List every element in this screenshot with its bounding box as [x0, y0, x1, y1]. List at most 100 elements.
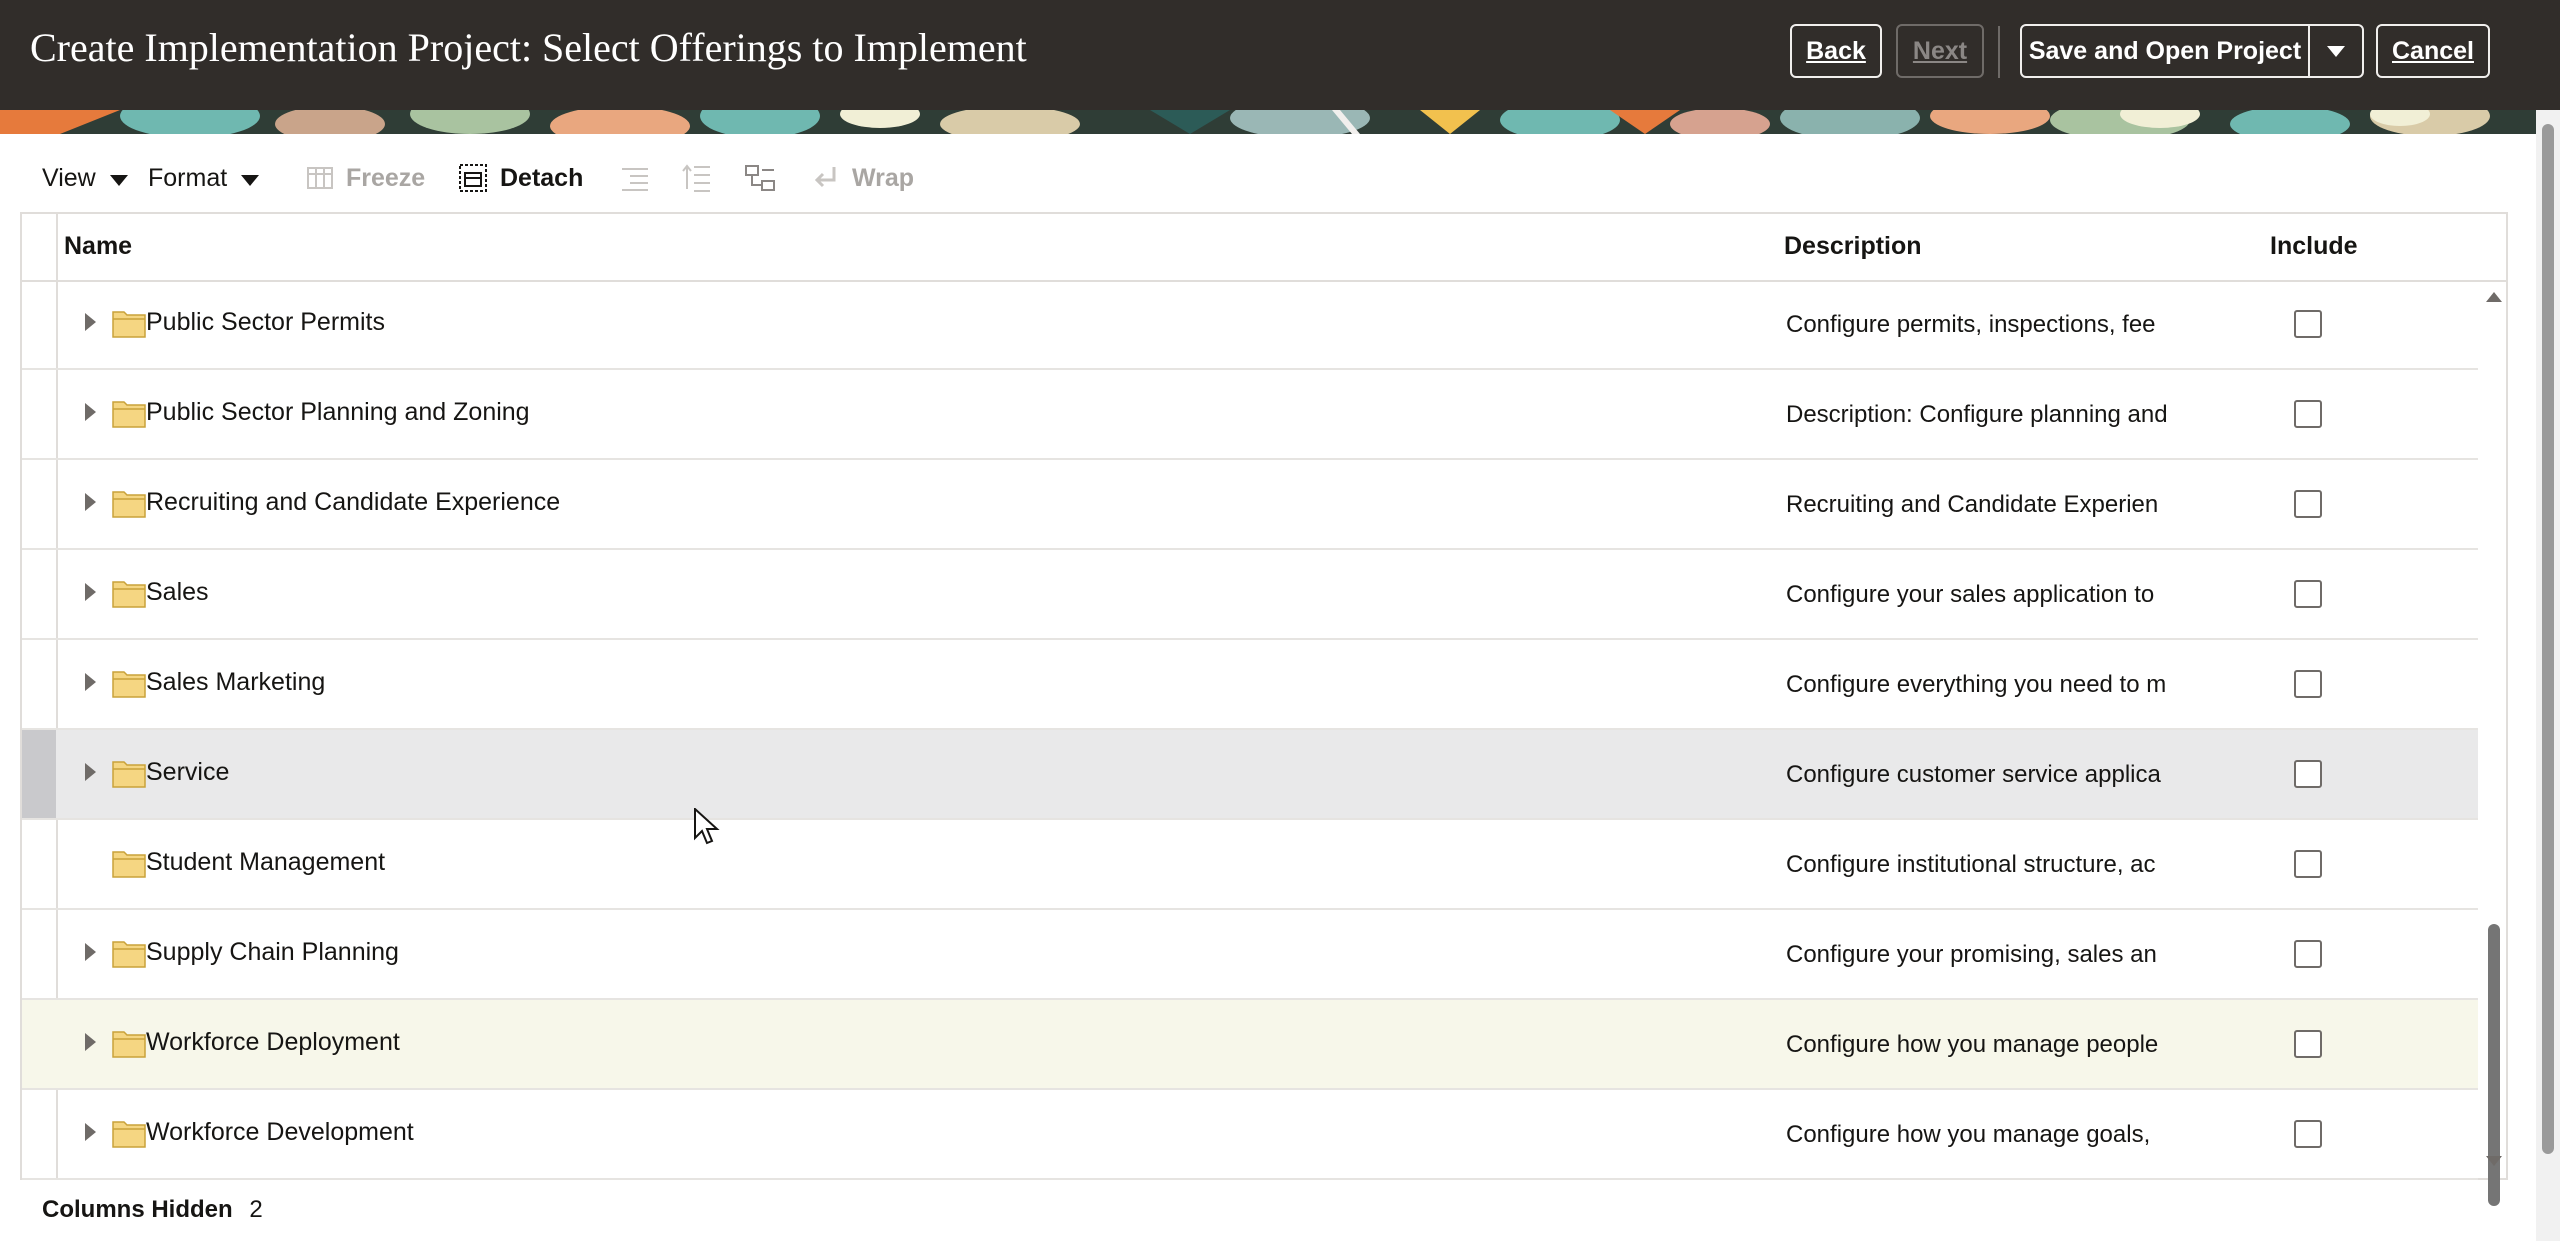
- folder-icon: [112, 1121, 146, 1148]
- offering-description: Configure how you manage goals,: [1786, 1121, 2151, 1148]
- include-checkbox[interactable]: [2294, 940, 2322, 968]
- include-checkbox[interactable]: [2294, 670, 2322, 698]
- row-header-cell[interactable]: [22, 910, 56, 998]
- expand-all-icon: [682, 164, 710, 192]
- format-menu-label: Format: [148, 163, 228, 192]
- page-scrollbar[interactable]: [2536, 110, 2560, 1241]
- offering-description: Configure institutional structure, ac: [1786, 851, 2156, 878]
- columns-hidden-status: Columns Hidden 2: [42, 1196, 263, 1224]
- detach-button[interactable]: Detach: [458, 150, 583, 206]
- freeze-button[interactable]: Freeze: [306, 150, 425, 206]
- offering-name: Public Sector Planning and Zoning: [146, 398, 530, 426]
- scroll-up-icon[interactable]: [2486, 292, 2502, 302]
- chevron-down-icon: [109, 174, 128, 186]
- column-header-name[interactable]: Name: [64, 232, 132, 261]
- next-button-label: Next: [1912, 36, 1968, 65]
- include-checkbox[interactable]: [2294, 760, 2322, 788]
- row-header-cell[interactable]: [22, 1090, 56, 1178]
- expand-row-icon[interactable]: [85, 763, 96, 781]
- include-checkbox[interactable]: [2294, 1030, 2322, 1058]
- view-menu[interactable]: View: [42, 150, 128, 206]
- expand-row-icon[interactable]: [85, 1033, 96, 1051]
- cancel-button[interactable]: Cancel: [2376, 24, 2490, 78]
- folder-icon: [112, 851, 146, 878]
- back-button[interactable]: Back: [1790, 24, 1882, 78]
- table-header: Name Description Include: [22, 214, 2506, 282]
- columns-hidden-count: 2: [249, 1196, 263, 1223]
- wrap-label: Wrap: [852, 163, 915, 192]
- include-checkbox[interactable]: [2294, 490, 2322, 518]
- wrap-icon: [814, 167, 836, 188]
- wrap-button[interactable]: Wrap: [812, 150, 914, 206]
- offering-name: Service: [146, 758, 230, 786]
- offering-name: Public Sector Permits: [146, 308, 385, 336]
- row-header-cell[interactable]: [22, 820, 56, 908]
- page-title: Create Implementation Project: Select Of…: [30, 25, 1027, 70]
- scroll-down-icon[interactable]: [2486, 1156, 2502, 1166]
- expand-row-icon[interactable]: [85, 313, 96, 331]
- page-scrollbar-thumb[interactable]: [2542, 124, 2554, 1154]
- expand-row-icon[interactable]: [85, 673, 96, 691]
- table-row[interactable]: Supply Chain Planning Configure your prom…: [22, 910, 2478, 1000]
- row-header-cell[interactable]: [22, 460, 56, 548]
- offering-description: Description: Configure planning and: [1786, 401, 2168, 428]
- table-row[interactable]: Student Management Configure institutiona…: [22, 820, 2478, 910]
- offerings-table: Name Description Include Public Sector P…: [20, 212, 2508, 1206]
- table-row[interactable]: Sales Marketing Configure everything you …: [22, 640, 2478, 730]
- decorative-banner: [0, 110, 2536, 134]
- detach-icon: [459, 164, 487, 192]
- next-button[interactable]: Next: [1896, 24, 1984, 78]
- include-checkbox[interactable]: [2294, 1120, 2322, 1148]
- folder-icon: [112, 941, 146, 968]
- chevron-down-icon: [2327, 45, 2345, 57]
- hierarchy-button[interactable]: [744, 150, 776, 206]
- collapse-all-button[interactable]: [620, 150, 650, 206]
- include-checkbox[interactable]: [2294, 850, 2322, 878]
- back-button-label: Back: [1806, 36, 1866, 65]
- row-header-cell[interactable]: [22, 1000, 56, 1088]
- format-menu[interactable]: Format: [148, 150, 260, 206]
- row-header-cell[interactable]: [22, 640, 56, 728]
- expand-row-icon[interactable]: [85, 1123, 96, 1141]
- folder-icon: [112, 761, 146, 788]
- table-row[interactable]: Workforce Development Configure how you m…: [22, 1090, 2478, 1180]
- include-checkbox[interactable]: [2294, 400, 2322, 428]
- save-and-open-project-button[interactable]: Save and Open Project: [2022, 26, 2308, 76]
- expand-row-icon[interactable]: [85, 943, 96, 961]
- expand-row-icon[interactable]: [85, 493, 96, 511]
- table-row[interactable]: Service Configure customer service applic…: [22, 730, 2478, 820]
- table-row[interactable]: Recruiting and Candidate Experience Recru…: [22, 460, 2478, 550]
- offering-description: Recruiting and Candidate Experien: [1786, 491, 2159, 518]
- banner-pattern-graphic: [0, 110, 2536, 134]
- table-row[interactable]: Sales Configure your sales application to: [22, 550, 2478, 640]
- include-checkbox[interactable]: [2294, 580, 2322, 608]
- save-options-dropdown-button[interactable]: [2308, 26, 2362, 76]
- chevron-down-icon: [241, 174, 260, 186]
- freeze-label: Freeze: [346, 163, 426, 192]
- offering-name: Sales Marketing: [146, 668, 326, 696]
- folder-icon: [112, 671, 146, 698]
- table-row[interactable]: Workforce Deployment Configure how you ma…: [22, 1000, 2478, 1090]
- offering-description: Configure customer service applica: [1786, 761, 2161, 788]
- table-row[interactable]: Public Sector Permits Configure permits, …: [22, 280, 2478, 370]
- row-header-cell[interactable]: [22, 370, 56, 458]
- expand-row-icon[interactable]: [85, 583, 96, 601]
- table-scrollbar[interactable]: [2482, 280, 2506, 1206]
- row-header-cell[interactable]: [22, 730, 56, 818]
- column-header-include[interactable]: Include: [2270, 232, 2358, 261]
- header-separator: [1998, 26, 2000, 78]
- offering-description: Configure how you manage people: [1786, 1031, 2159, 1058]
- row-header-cell[interactable]: [22, 280, 56, 368]
- column-header-description[interactable]: Description: [1784, 232, 1922, 261]
- folder-icon: [112, 311, 146, 338]
- row-header-cell[interactable]: [22, 550, 56, 638]
- expand-row-icon[interactable]: [85, 403, 96, 421]
- save-button-label: Save and Open Project: [2028, 36, 2302, 65]
- collapse-all-icon: [622, 168, 648, 191]
- table-row[interactable]: Public Sector Planning and Zoning Descrip…: [22, 370, 2478, 460]
- include-checkbox[interactable]: [2294, 310, 2322, 338]
- hierarchy-icon: [745, 165, 775, 191]
- expand-all-button[interactable]: [682, 150, 712, 206]
- save-and-open-project-split-button: Save and Open Project: [2020, 24, 2364, 78]
- offering-description: Configure permits, inspections, fee: [1786, 311, 2156, 338]
